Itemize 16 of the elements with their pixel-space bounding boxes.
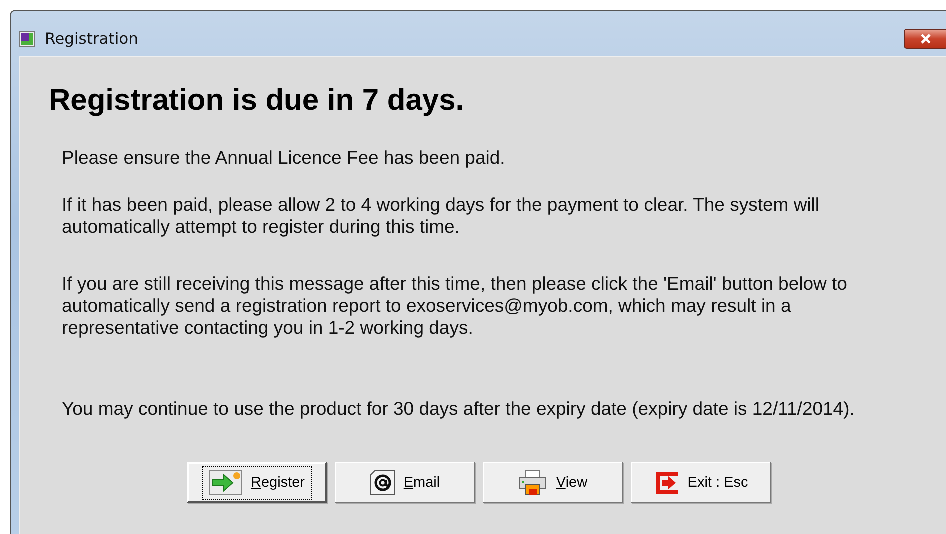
exit-button[interactable]: Exit : Esc bbox=[631, 462, 771, 503]
close-icon bbox=[919, 34, 933, 44]
app-icon bbox=[19, 30, 35, 46]
message-text: Please ensure the Annual Licence Fee has been paid. bbox=[62, 147, 506, 169]
exit-door-icon bbox=[654, 470, 680, 496]
close-button[interactable] bbox=[904, 28, 946, 48]
at-sign-icon bbox=[370, 470, 396, 496]
message-text: If you are still receiving this message after this time, then please click the 'Email' button below to automatically send a registration report to exoservices@myob.com, which may result in a representative contacting you in 1-2 working days. bbox=[62, 273, 848, 339]
printer-icon bbox=[518, 470, 548, 496]
message-text: You may continue to use the product for 30 days after the expiry date (expiry date is 12/11/2014). bbox=[62, 398, 856, 420]
register-button[interactable]: Register bbox=[187, 462, 327, 503]
message-text: If it has been paid, please allow 2 to 4 working days for the payment to clear. The system will automatically attempt to register during this time. bbox=[62, 194, 821, 238]
heading: Registration is due in 7 days. bbox=[49, 83, 466, 119]
window-title: Registration bbox=[45, 30, 140, 48]
email-button[interactable]: Email bbox=[335, 462, 475, 503]
view-button[interactable]: View bbox=[483, 462, 623, 503]
